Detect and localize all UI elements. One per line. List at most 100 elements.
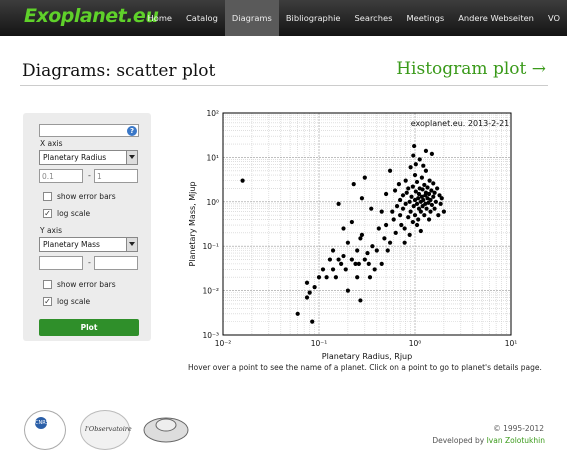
planet-point[interactable] bbox=[379, 209, 384, 214]
planet-point[interactable] bbox=[419, 175, 425, 180]
planet-point[interactable] bbox=[436, 213, 441, 218]
planet-point[interactable] bbox=[431, 181, 436, 186]
planet-point[interactable] bbox=[345, 240, 350, 245]
planet-point[interactable] bbox=[351, 182, 356, 187]
planet-point[interactable] bbox=[432, 206, 437, 211]
planet-point[interactable] bbox=[439, 196, 444, 201]
planet-point[interactable] bbox=[402, 226, 407, 231]
planet-point[interactable] bbox=[355, 275, 360, 280]
planet-point[interactable] bbox=[398, 197, 403, 203]
planet-point[interactable] bbox=[409, 194, 414, 199]
planet-point[interactable] bbox=[310, 319, 315, 324]
cnrs-logo[interactable]: CNRS bbox=[24, 410, 66, 450]
planet-point[interactable] bbox=[330, 267, 336, 272]
planet-point[interactable] bbox=[336, 257, 341, 262]
planet-point[interactable] bbox=[423, 168, 429, 173]
planet-point[interactable] bbox=[330, 248, 336, 253]
planet-point[interactable] bbox=[441, 209, 446, 214]
planet-point[interactable] bbox=[426, 217, 432, 222]
observatoire-de-paris-logo[interactable]: l'Observatoire bbox=[80, 410, 132, 450]
planet-point[interactable] bbox=[410, 219, 415, 225]
planet-point[interactable] bbox=[402, 240, 407, 245]
planet-point[interactable] bbox=[349, 219, 354, 225]
planet-point[interactable] bbox=[398, 213, 403, 218]
planet-point[interactable] bbox=[425, 185, 430, 190]
planet-point[interactable] bbox=[341, 253, 346, 259]
partner-logo[interactable] bbox=[143, 414, 189, 444]
planet-point[interactable] bbox=[376, 226, 381, 231]
planet-point[interactable] bbox=[307, 290, 312, 295]
planet-point[interactable] bbox=[316, 275, 322, 280]
planet-point[interactable] bbox=[420, 187, 425, 192]
planet-point[interactable] bbox=[362, 257, 367, 262]
planet-point[interactable] bbox=[432, 190, 437, 195]
planet-point[interactable] bbox=[407, 199, 412, 204]
planet-point[interactable] bbox=[387, 168, 393, 173]
planet-point[interactable] bbox=[372, 267, 377, 272]
planet-point[interactable] bbox=[416, 196, 421, 201]
planet-point[interactable] bbox=[407, 232, 412, 237]
planet-point[interactable] bbox=[408, 165, 413, 170]
planet-point[interactable] bbox=[408, 209, 413, 214]
planet-point[interactable] bbox=[362, 175, 367, 180]
developer-link[interactable]: Ivan Zolotukhin bbox=[487, 436, 545, 445]
planet-point[interactable] bbox=[413, 162, 418, 167]
planet-point[interactable] bbox=[367, 275, 373, 280]
planet-point[interactable] bbox=[433, 199, 438, 204]
planet-point[interactable] bbox=[370, 244, 375, 249]
planet-point[interactable] bbox=[379, 261, 384, 266]
planet-point[interactable] bbox=[404, 190, 409, 195]
planet-point[interactable] bbox=[394, 204, 400, 209]
planet-point[interactable] bbox=[414, 179, 420, 185]
planet-point[interactable] bbox=[396, 182, 402, 187]
planet-point[interactable] bbox=[382, 236, 387, 241]
planet-point[interactable] bbox=[391, 217, 396, 222]
planet-point[interactable] bbox=[417, 157, 422, 162]
planet-point[interactable] bbox=[426, 191, 432, 197]
planet-point[interactable] bbox=[418, 228, 423, 234]
planet-point[interactable] bbox=[320, 267, 326, 272]
planet-point[interactable] bbox=[399, 222, 404, 228]
planet-point[interactable] bbox=[414, 222, 420, 228]
planet-point[interactable] bbox=[435, 186, 440, 191]
planet-point[interactable] bbox=[423, 148, 429, 154]
planet-point[interactable] bbox=[312, 284, 317, 290]
planet-point[interactable] bbox=[424, 206, 429, 211]
planet-point[interactable] bbox=[356, 261, 361, 266]
planet-point[interactable] bbox=[304, 295, 310, 300]
planet-point[interactable] bbox=[385, 248, 390, 253]
planet-point[interactable] bbox=[387, 240, 393, 245]
planet-point[interactable] bbox=[343, 267, 348, 272]
planet-point[interactable] bbox=[403, 178, 408, 183]
planet-point[interactable] bbox=[421, 197, 426, 203]
planet-point[interactable] bbox=[374, 248, 379, 253]
planet-point[interactable] bbox=[339, 261, 344, 266]
planet-point[interactable] bbox=[349, 257, 354, 262]
planet-point[interactable] bbox=[400, 193, 406, 198]
planet-point[interactable] bbox=[427, 178, 432, 183]
planet-point[interactable] bbox=[240, 178, 245, 183]
planet-point[interactable] bbox=[365, 250, 370, 256]
planet-point[interactable] bbox=[431, 194, 436, 199]
planet-point[interactable] bbox=[400, 206, 406, 211]
planet-point[interactable] bbox=[333, 275, 339, 280]
planet-point[interactable] bbox=[341, 226, 346, 231]
planet-point[interactable] bbox=[438, 201, 443, 206]
planet-point[interactable] bbox=[412, 213, 418, 218]
planet-point[interactable] bbox=[429, 151, 435, 156]
planet-point[interactable] bbox=[410, 184, 415, 189]
planet-point[interactable] bbox=[412, 143, 417, 149]
planet-point[interactable] bbox=[422, 213, 427, 218]
planet-point[interactable] bbox=[393, 230, 398, 235]
planet-point[interactable] bbox=[429, 202, 435, 208]
planet-point[interactable] bbox=[366, 261, 371, 266]
planet-point[interactable] bbox=[414, 201, 420, 206]
planet-point[interactable] bbox=[369, 206, 374, 211]
planet-point[interactable] bbox=[355, 248, 360, 253]
planet-point[interactable] bbox=[406, 186, 411, 191]
planet-point[interactable] bbox=[295, 311, 300, 316]
planet-point[interactable] bbox=[384, 222, 389, 228]
planet-point[interactable] bbox=[390, 209, 395, 214]
planet-point[interactable] bbox=[428, 209, 433, 214]
planet-point[interactable] bbox=[345, 288, 350, 293]
